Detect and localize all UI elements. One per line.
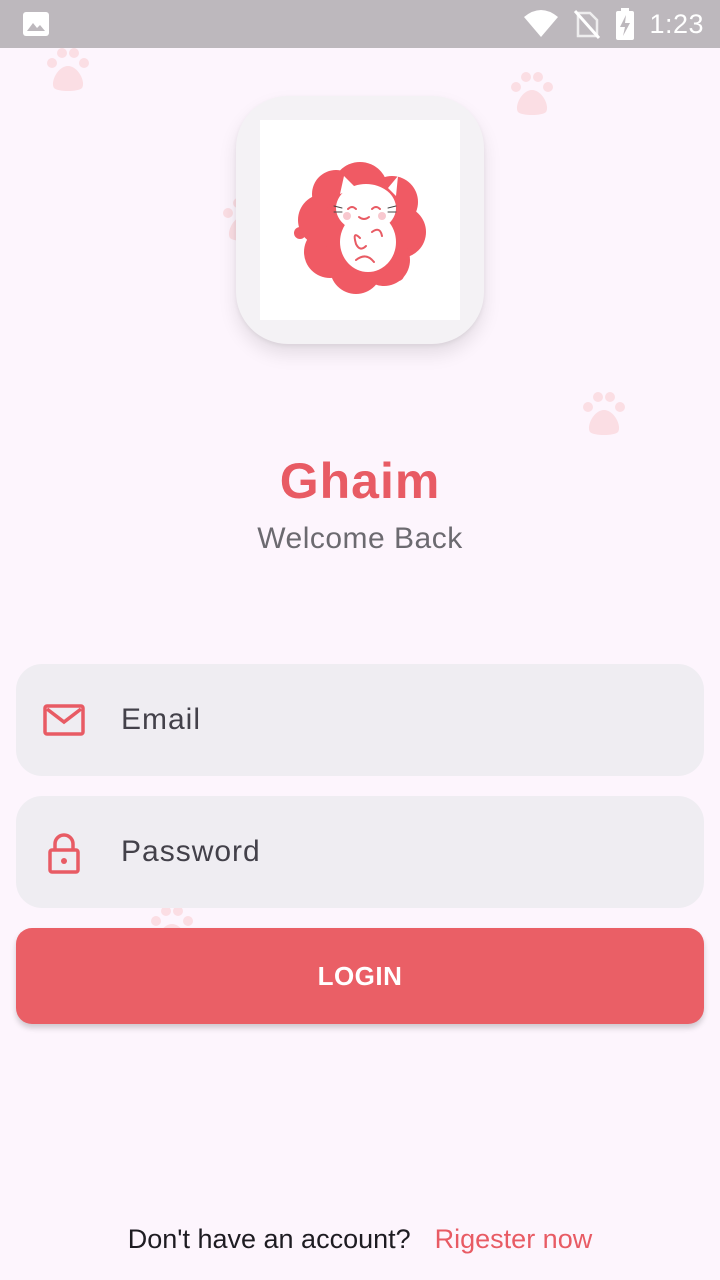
- register-prompt: Don't have an account? Rigester now: [0, 1224, 720, 1255]
- app-title: Ghaim: [279, 453, 441, 509]
- password-placeholder: Password: [121, 835, 261, 868]
- logo-frame: [260, 120, 460, 320]
- paw-print-icon: [511, 72, 553, 115]
- email-field[interactable]: Email: [16, 664, 704, 776]
- no-account-text: Don't have an account?: [127, 1224, 411, 1254]
- mail-icon: [43, 704, 85, 736]
- status-bar: 1:23: [0, 0, 720, 48]
- battery-charging-icon: [616, 8, 635, 40]
- status-time: 1:23: [649, 8, 704, 39]
- status-icons: 1:23: [523, 0, 704, 48]
- no-sim-icon: [574, 10, 601, 39]
- wifi-icon: [524, 10, 559, 37]
- paw-print-icon: [583, 392, 625, 435]
- password-field[interactable]: Password: [16, 796, 704, 908]
- lock-icon: [48, 833, 80, 874]
- register-link[interactable]: Rigester now: [435, 1224, 593, 1254]
- email-placeholder: Email: [121, 703, 202, 736]
- logo-card: [236, 96, 484, 344]
- welcome-subtitle: Welcome Back: [257, 522, 463, 555]
- gallery-icon: [23, 12, 49, 36]
- paw-print-icon: [47, 48, 89, 91]
- login-button[interactable]: LOGIN: [16, 928, 704, 1024]
- cat-flower-logo: [294, 162, 426, 294]
